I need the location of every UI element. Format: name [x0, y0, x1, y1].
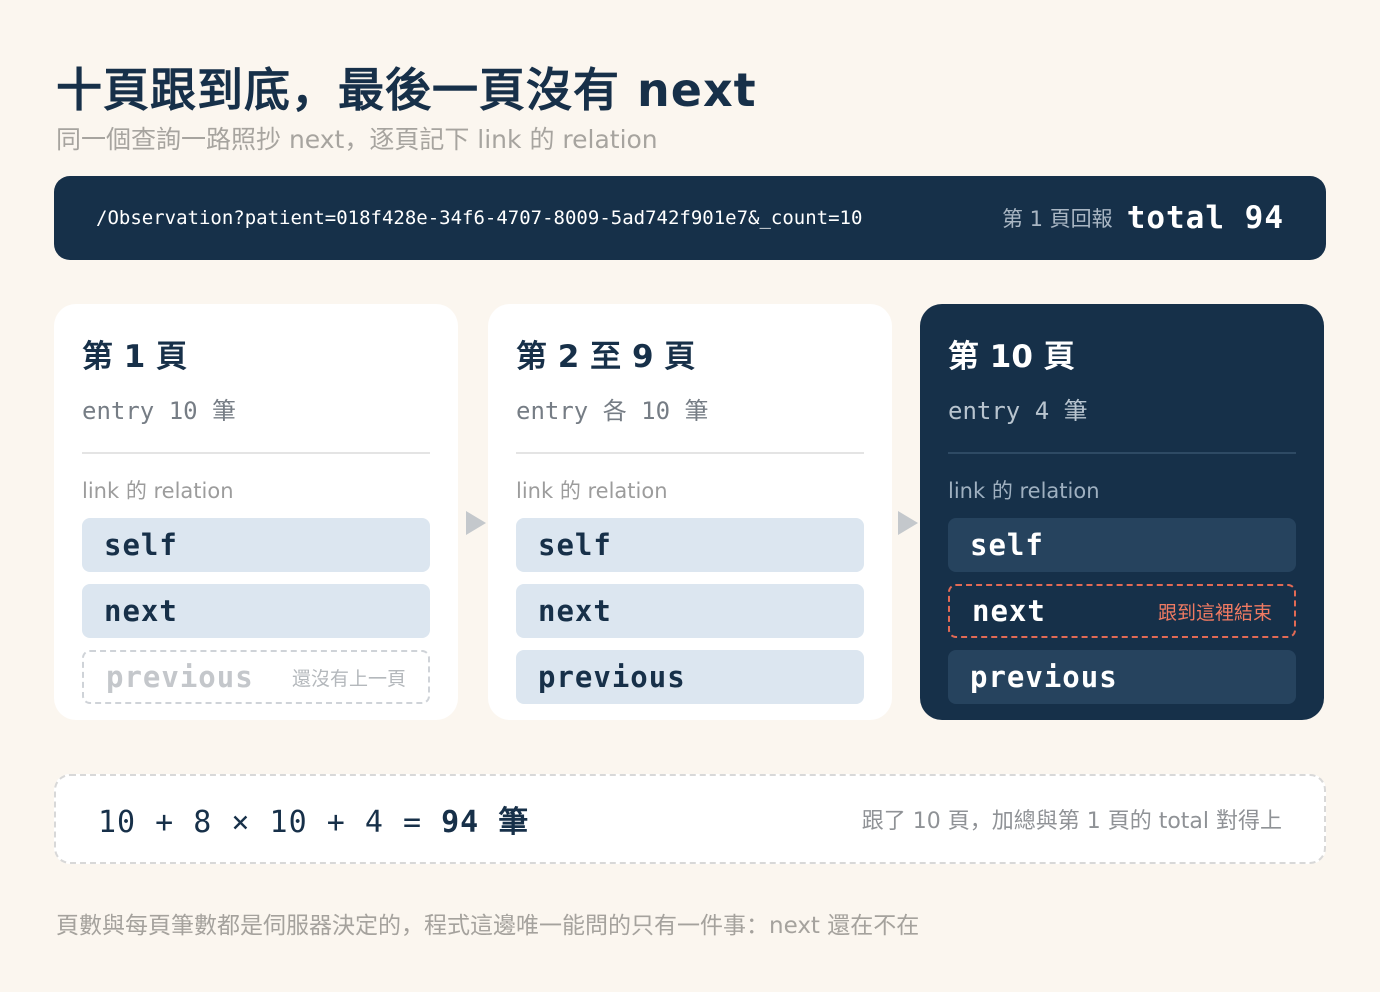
relation-name: self: [104, 528, 178, 562]
card-divider: [948, 452, 1296, 454]
summary-note: 跟了 10 頁，加總與第 1 頁的 total 對得上: [861, 809, 1282, 834]
equation-result: 94 筆: [441, 805, 530, 840]
card-title: 第 2 至 9 頁: [516, 339, 696, 375]
relation-name: previous: [538, 660, 686, 694]
relation-self: self: [82, 518, 430, 572]
page-card-middle: 第 2 至 9 頁 entry 各 10 筆 link 的 relation s…: [488, 304, 892, 720]
footer-note: 頁數與每頁筆數都是伺服器決定的，程式這邊唯一能問的只有一件事：next 還在不在: [56, 913, 920, 939]
relation-name: self: [970, 528, 1044, 562]
relation-label: link 的 relation: [516, 479, 668, 503]
relation-name: next: [538, 594, 612, 628]
card-entry-count: entry 各 10 筆: [516, 397, 709, 425]
relation-previous: previous: [516, 650, 864, 704]
relation-list: self next 跟到這裡結束 previous: [948, 518, 1296, 704]
relation-self: self: [948, 518, 1296, 572]
card-entry-count: entry 10 筆: [82, 397, 237, 425]
page-title: 十頁跟到底，最後一頁沒有 next: [56, 63, 757, 117]
relation-name: previous: [106, 660, 254, 694]
relation-list: self next previous: [516, 518, 864, 704]
page-card-first: 第 1 頁 entry 10 筆 link 的 relation self ne…: [54, 304, 458, 720]
query-url: /Observation?patient=018f428e-34f6-4707-…: [96, 207, 863, 229]
flow-arrow-icon: [898, 511, 918, 535]
card-title: 第 10 頁: [948, 339, 1075, 375]
relation-next: next: [516, 584, 864, 638]
card-divider: [82, 452, 430, 454]
relation-previous-missing: previous 還沒有上一頁: [82, 650, 430, 704]
query-bar: /Observation?patient=018f428e-34f6-4707-…: [54, 176, 1326, 260]
summary-equation: 10 + 8 × 10 + 4 = 94 筆: [98, 797, 529, 841]
relation-next-end: next 跟到這裡結束: [948, 584, 1296, 638]
summary-box: 10 + 8 × 10 + 4 = 94 筆 跟了 10 頁，加總與第 1 頁的…: [54, 774, 1326, 864]
card-divider: [516, 452, 864, 454]
relation-list: self next previous 還沒有上一頁: [82, 518, 430, 704]
relation-note: 還沒有上一頁: [291, 667, 406, 690]
card-entry-count: entry 4 筆: [948, 397, 1088, 425]
query-total-group: 第 1 頁回報 total 94: [1002, 200, 1284, 236]
relation-note: 跟到這裡結束: [1157, 601, 1272, 624]
page-subtitle: 同一個查詢一路照抄 next，逐頁記下 link 的 relation: [56, 125, 658, 154]
equation-terms: 10 + 8 × 10 + 4 =: [98, 805, 442, 840]
relation-label: link 的 relation: [82, 479, 234, 503]
relation-name: previous: [970, 660, 1118, 694]
first-page-label: 第 1 頁回報: [1001, 207, 1113, 231]
relation-label: link 的 relation: [948, 479, 1100, 503]
flow-arrow-icon: [466, 511, 486, 535]
relation-name: next: [104, 594, 178, 628]
total-count: total 94: [1126, 200, 1284, 236]
card-title: 第 1 頁: [82, 339, 188, 375]
page-card-last: 第 10 頁 entry 4 筆 link 的 relation self ne…: [920, 304, 1324, 720]
relation-next: next: [82, 584, 430, 638]
relation-previous: previous: [948, 650, 1296, 704]
relation-name: self: [538, 528, 612, 562]
relation-name: next: [972, 594, 1046, 628]
relation-self: self: [516, 518, 864, 572]
